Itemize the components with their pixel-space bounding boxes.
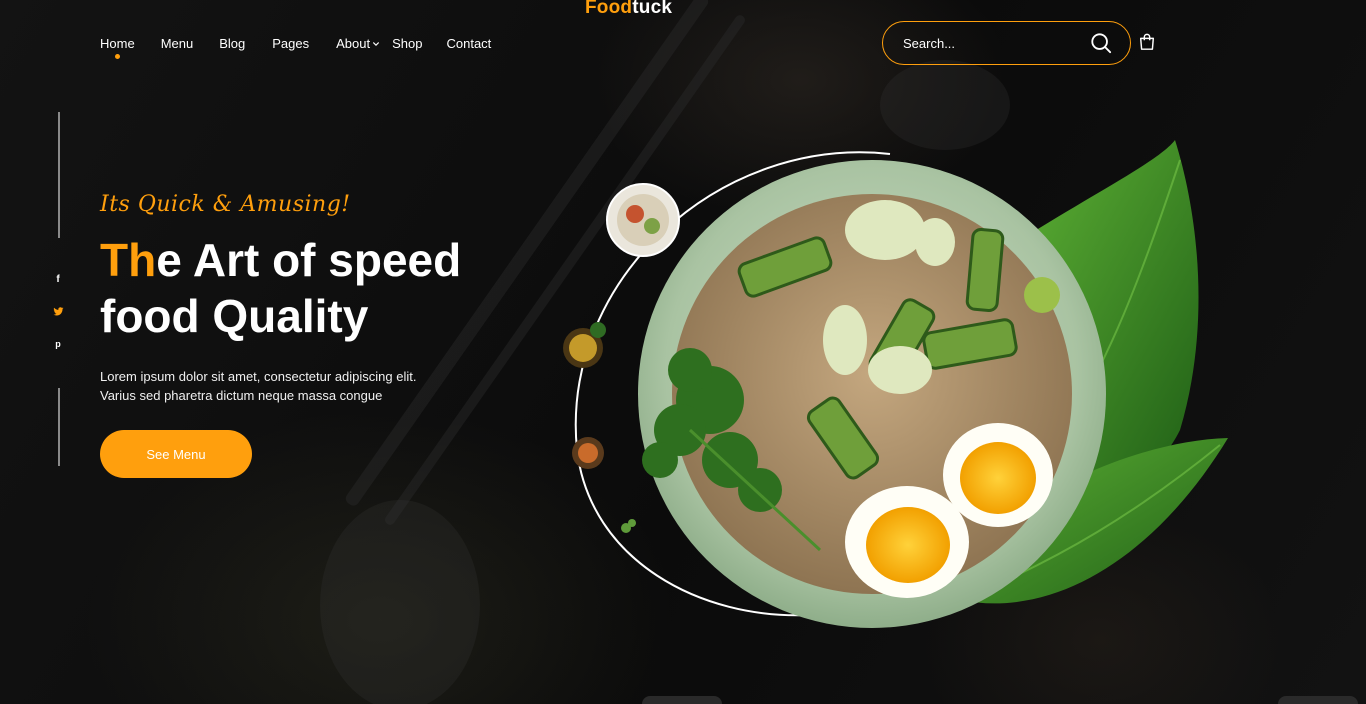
background-shape xyxy=(320,500,480,704)
herb-sprig xyxy=(621,519,636,533)
nav-item-label: Home xyxy=(100,36,135,51)
nav-item-label: Shop xyxy=(392,36,423,51)
description-line2: Varius sed pharetra dictum neque massa c… xyxy=(100,388,383,403)
dish-thumbnail-3 xyxy=(572,437,604,469)
active-indicator xyxy=(114,54,120,59)
nav-item-blog[interactable]: Blog xyxy=(219,35,245,52)
cart-icon[interactable] xyxy=(1138,33,1156,51)
scroll-indicator xyxy=(1278,696,1358,704)
nav-item-about[interactable]: About xyxy=(336,35,380,52)
nav-item-label: Contact xyxy=(446,36,492,51)
egg-right xyxy=(943,423,1053,527)
pinterest-icon[interactable]: p xyxy=(52,338,64,350)
social-rail-line-bottom xyxy=(58,388,60,466)
nav-item-shop[interactable]: Shop xyxy=(392,35,422,52)
pea-piece xyxy=(1024,277,1060,313)
dish-thumbnail-2 xyxy=(563,322,606,368)
brand-logo-part1: Food xyxy=(585,0,633,18)
hero-headline: The Art of speed food Quality xyxy=(100,232,560,344)
search-icon[interactable] xyxy=(1090,32,1112,54)
hero-description: Lorem ipsum dolor sit amet, consectetur … xyxy=(100,367,480,405)
brand-logo-part2: tuck xyxy=(632,0,673,18)
twitter-icon[interactable] xyxy=(52,305,64,317)
description-line1: Lorem ipsum dolor sit amet, consectetur … xyxy=(100,369,417,384)
see-menu-button[interactable]: See Menu xyxy=(100,430,252,478)
headline-accent: Th xyxy=(100,234,157,286)
brand-logo[interactable]: Foodtuck xyxy=(585,0,672,19)
search-box xyxy=(882,21,1131,65)
nav-item-label: About xyxy=(336,36,371,51)
nav-item-label: Menu xyxy=(160,36,194,51)
headline-line1: e Art of speed xyxy=(156,234,462,286)
egg-left xyxy=(845,486,969,598)
nav-item-contact[interactable]: Contact xyxy=(446,35,491,52)
social-rail-line-top xyxy=(58,112,60,238)
hero-food-illustration xyxy=(563,140,1228,628)
nav-item-label: Blog xyxy=(219,36,246,51)
main-nav: Home Menu Blog Pages About Shop Contact xyxy=(100,35,491,59)
nav-item-home[interactable]: Home xyxy=(100,35,135,59)
nav-item-label: Pages xyxy=(272,36,310,51)
scroll-indicator xyxy=(642,696,722,704)
nav-item-pages[interactable]: Pages xyxy=(272,35,309,52)
headline-line2: food Quality xyxy=(100,290,369,342)
facebook-icon[interactable]: f xyxy=(52,273,64,285)
search-input[interactable] xyxy=(903,35,1078,51)
chevron-down-icon xyxy=(373,41,380,46)
hero-tagline: Its Quick & Amusing! xyxy=(100,192,351,217)
nav-item-menu[interactable]: Menu xyxy=(161,35,194,52)
dish-thumbnail-1 xyxy=(606,183,680,257)
